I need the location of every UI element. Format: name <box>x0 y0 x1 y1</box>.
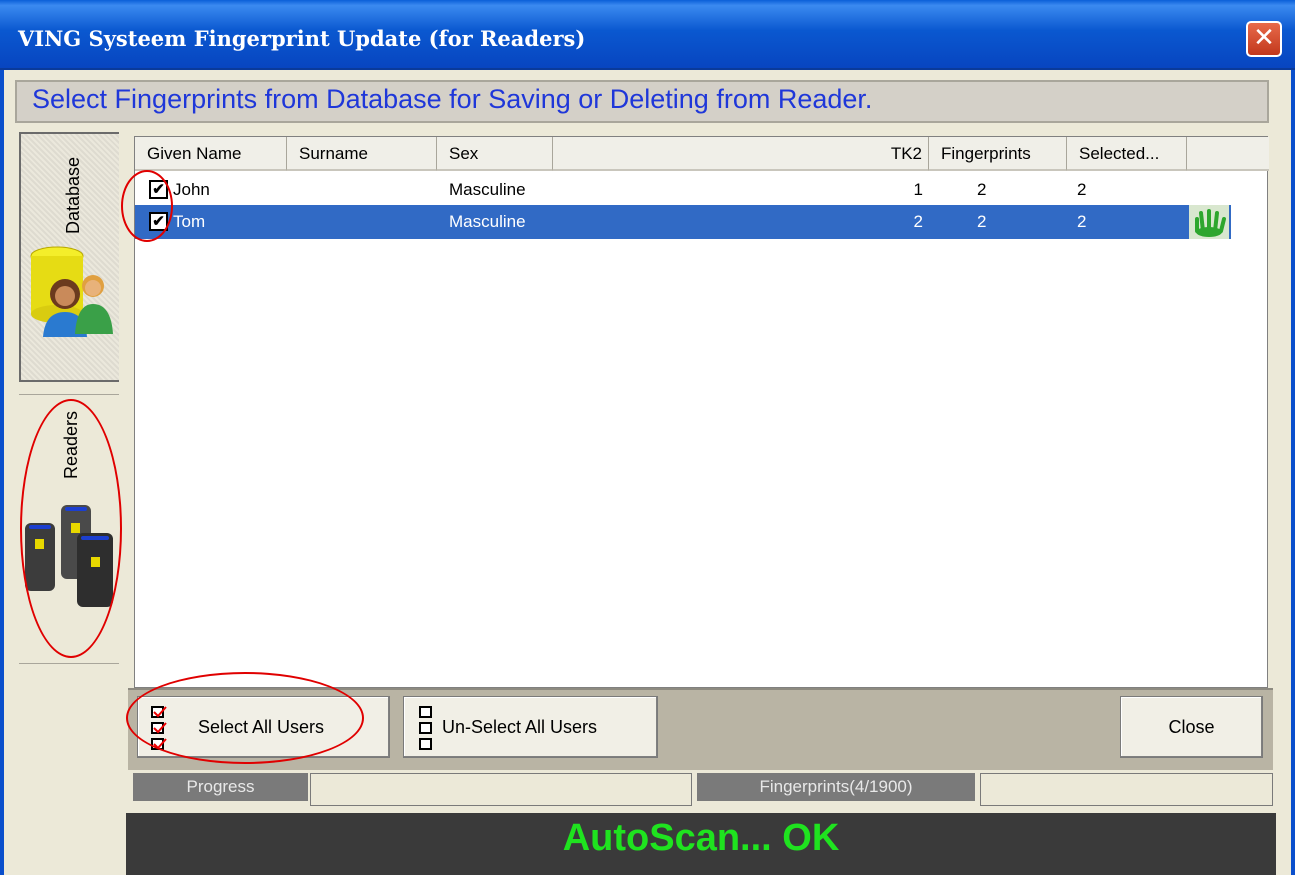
progress-bar <box>310 773 692 806</box>
instruction-text: Select Fingerprints from Database for Sa… <box>32 84 873 114</box>
users-list[interactable]: Given Name Surname Sex TK2 Fingerprints … <box>134 136 1269 688</box>
sidebar-tab-database[interactable]: Database <box>19 132 119 382</box>
database-users-icon <box>30 246 113 337</box>
fingerprints-count-box <box>980 773 1273 806</box>
fingerprint-hand-icon <box>1189 205 1229 239</box>
column-header-fingerprints[interactable]: Fingerprints <box>929 137 1067 171</box>
annotation-ellipse <box>121 170 173 242</box>
column-header-tk2[interactable]: TK2 <box>553 137 929 171</box>
annotation-ellipse <box>126 672 364 764</box>
fingerprints-count-label: Fingerprints(4/1900) <box>697 773 975 801</box>
column-header-given-name[interactable]: Given Name <box>135 137 287 171</box>
column-header-sex[interactable]: Sex <box>437 137 553 171</box>
table-row[interactable]: ✔ Tom Masculine 2 2 2 <box>135 205 1231 239</box>
cell-fingerprints: 2 <box>977 180 987 199</box>
window-close-button[interactable]: ✕ <box>1246 21 1282 57</box>
empty-checkbox-list-icon <box>419 706 432 750</box>
progress-label: Progress <box>133 773 308 801</box>
column-header-selected[interactable]: Selected... <box>1067 137 1187 171</box>
window-title: VING Systeem Fingerprint Update (for Rea… <box>18 26 586 51</box>
cell-given-name: John <box>173 180 210 199</box>
cell-tk2: 1 <box>913 180 923 199</box>
table-row[interactable]: ✔ John Masculine 1 2 2 <box>135 173 1231 207</box>
cell-sex: Masculine <box>449 180 526 199</box>
annotation-ellipse <box>20 399 122 658</box>
cell-sex: Masculine <box>449 212 526 231</box>
cell-selected: 2 <box>1077 212 1087 231</box>
cell-tk2: 2 <box>913 212 923 231</box>
cell-selected: 2 <box>1077 180 1087 199</box>
unselect-all-users-button[interactable]: Un-Select All Users <box>403 696 658 758</box>
column-header-empty <box>1187 137 1269 171</box>
unselect-all-users-label: Un-Select All Users <box>442 717 598 737</box>
column-header-surname[interactable]: Surname <box>287 137 437 171</box>
status-message: AutoScan... OK <box>562 817 840 859</box>
close-button[interactable]: Close <box>1120 696 1263 758</box>
cell-fingerprints: 2 <box>977 212 987 231</box>
close-button-label: Close <box>1168 717 1215 737</box>
cell-given-name: Tom <box>173 212 206 231</box>
sidebar-tab-database-label: Database <box>63 156 83 234</box>
